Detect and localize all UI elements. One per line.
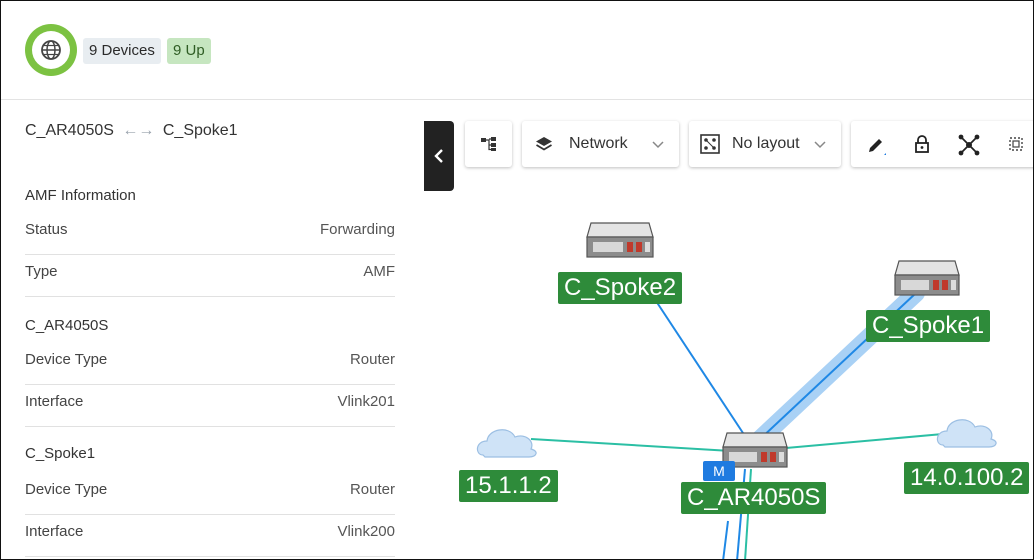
link-line[interactable] xyxy=(655,300,744,434)
router-icon[interactable] xyxy=(894,260,960,296)
node-label-spoke2[interactable]: C_Spoke2 xyxy=(558,272,683,304)
master-badge: M xyxy=(703,461,735,481)
node-label-core[interactable]: C_AR4050S xyxy=(681,482,827,514)
view-select[interactable]: Network xyxy=(522,121,679,167)
chevron-down-icon xyxy=(814,141,826,149)
layout-select[interactable]: No layout xyxy=(689,121,841,167)
node-label-spoke1[interactable]: C_Spoke1 xyxy=(866,310,991,342)
collapse-panel-button[interactable] xyxy=(424,121,454,191)
node-label-cloud-left[interactable]: 15.1.1.2 xyxy=(459,470,558,502)
link-line[interactable] xyxy=(530,438,732,452)
view-select-value: Network xyxy=(569,135,628,152)
hierarchy-view-button[interactable] xyxy=(465,121,512,167)
cloud-icon[interactable] xyxy=(476,429,537,458)
network-nodes-icon[interactable] xyxy=(957,133,981,157)
router-icon[interactable] xyxy=(586,222,654,258)
chevron-down-icon xyxy=(652,141,664,149)
link-line[interactable] xyxy=(785,433,944,449)
link-line[interactable] xyxy=(722,520,729,560)
app-frame: 9 Devices 9 Up C_AR4050S ←→ C_Spoke1 AMF… xyxy=(0,0,1034,560)
chevron-left-icon xyxy=(434,149,443,163)
edit-toolbar xyxy=(851,121,1033,167)
select-area-icon[interactable] xyxy=(1008,136,1024,152)
pencil-icon[interactable] xyxy=(866,135,886,155)
lock-icon[interactable] xyxy=(913,134,931,154)
cloud-icon[interactable] xyxy=(936,419,997,448)
layout-icon xyxy=(700,134,720,154)
layers-icon xyxy=(536,137,552,151)
node-label-cloud-right[interactable]: 14.0.100.2 xyxy=(904,462,1030,494)
layout-select-value: No layout xyxy=(732,135,800,152)
hierarchy-icon xyxy=(481,137,496,151)
